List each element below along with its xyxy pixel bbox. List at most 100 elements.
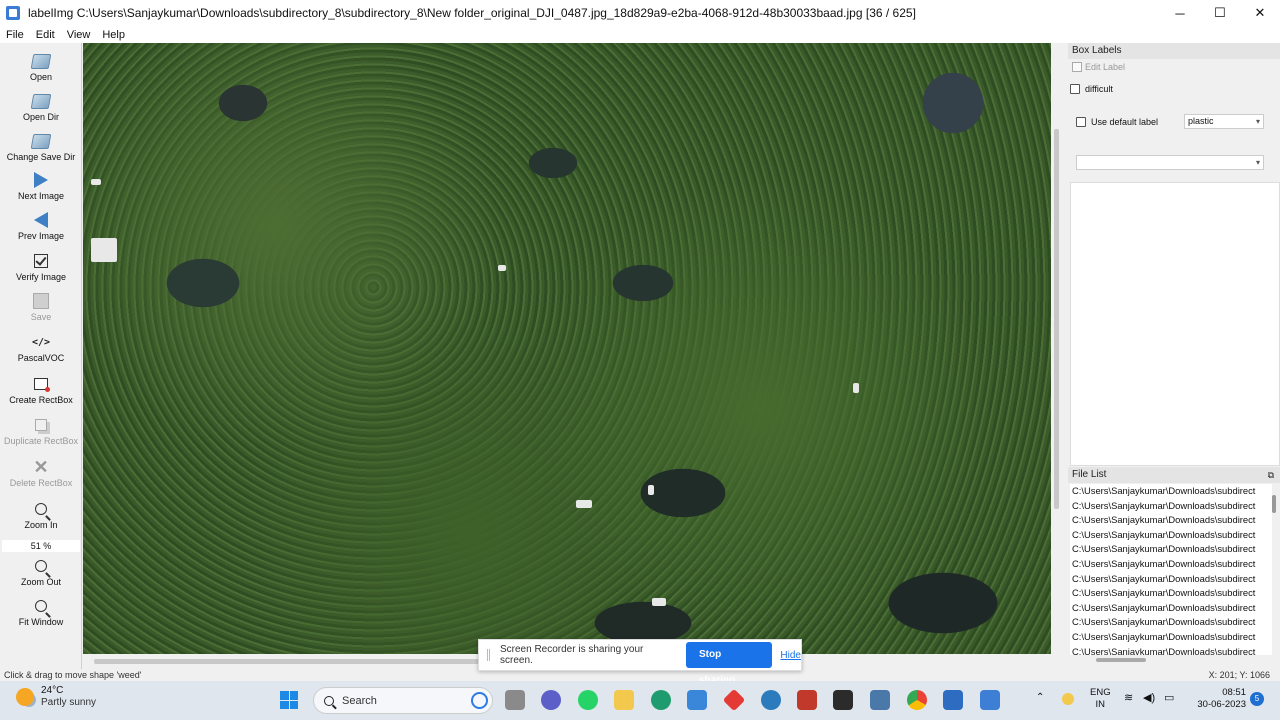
next-image-label: Next Image: [17, 191, 65, 201]
clock[interactable]: 08:51 30-06-2023: [1190, 687, 1246, 711]
bing-icon[interactable]: [471, 692, 488, 709]
canvas-vertical-scrollbar[interactable]: [1054, 129, 1059, 509]
file-list-item[interactable]: C:\Users\Sanjaykumar\Downloads\subdirect: [1070, 528, 1272, 543]
start-windows-icon[interactable]: [280, 691, 298, 709]
prev-image-button[interactable]: Prev Image: [0, 211, 82, 241]
difficult-checkbox[interactable]: difficult: [1070, 84, 1113, 94]
label-filter-combo[interactable]: ▾: [1076, 155, 1264, 170]
language-indicator[interactable]: ENG IN: [1090, 687, 1111, 711]
minimize-button[interactable]: ─: [1160, 0, 1200, 26]
file-list-item[interactable]: C:\Users\Sanjaykumar\Downloads\subdirect: [1070, 513, 1272, 528]
default-label-combo[interactable]: plastic ▾: [1184, 114, 1264, 129]
menu-edit[interactable]: Edit: [30, 29, 61, 41]
open-dir-button[interactable]: Open Dir: [0, 92, 82, 122]
file-list-item[interactable]: C:\Users\Sanjaykumar\Downloads\subdirect: [1070, 572, 1272, 587]
file-list-item[interactable]: C:\Users\Sanjaykumar\Downloads\subdirect: [1070, 499, 1272, 514]
label-list[interactable]: [1070, 182, 1280, 466]
file-list-horizontal-scrollbar[interactable]: [1096, 658, 1146, 662]
file-list-item[interactable]: C:\Users\Sanjaykumar\Downloads\subdirect: [1070, 586, 1272, 601]
date: 30-06-2023: [1197, 699, 1246, 710]
save-button[interactable]: Save: [0, 292, 82, 322]
use-default-label-checkbox[interactable]: Use default label: [1076, 117, 1158, 127]
notification-badge[interactable]: 5: [1250, 692, 1264, 706]
file-list-item[interactable]: C:\Users\Sanjaykumar\Downloads\subdirect: [1070, 484, 1272, 499]
menu-view[interactable]: View: [61, 29, 97, 41]
code-icon: </>: [31, 336, 51, 348]
drag-handle-icon[interactable]: [487, 649, 490, 661]
edit-label-button[interactable]: Edit Label: [1072, 62, 1125, 72]
canvas-horizontal-scrollbar[interactable]: [94, 659, 494, 664]
image-canvas[interactable]: [83, 43, 1051, 654]
delete-rectbox-label: Delete RectBox: [9, 478, 73, 488]
chat-icon[interactable]: [541, 690, 561, 710]
chrome-icon[interactable]: [907, 690, 927, 710]
use-default-label-text: Use default label: [1091, 117, 1159, 127]
zoom-spinbox[interactable]: 51 %: [2, 540, 80, 552]
volume-icon[interactable]: ◀): [1143, 692, 1155, 704]
chevron-up-icon[interactable]: ⌃: [1036, 692, 1044, 704]
chevron-down-icon: ▾: [1255, 158, 1260, 167]
zoom-in-button[interactable]: Zoom In: [0, 500, 82, 530]
language-code: ENG: [1090, 687, 1111, 698]
difficult-check-box[interactable]: [1070, 84, 1080, 94]
zoom-out-icon: [31, 557, 51, 575]
file-list[interactable]: C:\Users\Sanjaykumar\Downloads\subdirect…: [1070, 484, 1272, 655]
fit-window-icon: [31, 597, 51, 615]
menu-file[interactable]: File: [0, 29, 30, 41]
search-icon: [324, 695, 334, 706]
git-icon[interactable]: [722, 688, 746, 712]
zoom-out-label: Zoom Out: [20, 577, 61, 587]
python-icon[interactable]: [761, 690, 781, 710]
file-explorer-icon[interactable]: [614, 690, 634, 710]
box-labels-title: Box Labels: [1068, 43, 1280, 59]
difficult-label: difficult: [1085, 84, 1113, 94]
title-bar: labelImg C:\Users\Sanjaykumar\Downloads\…: [0, 0, 1280, 26]
default-label-value: plastic: [1188, 116, 1214, 126]
open-button[interactable]: Open: [0, 52, 82, 82]
wifi-icon[interactable]: ≋: [1124, 692, 1133, 704]
store-icon[interactable]: [687, 690, 707, 710]
region-code: IN: [1095, 699, 1106, 710]
zoom-out-button[interactable]: Zoom Out: [0, 557, 82, 587]
taskbar-search[interactable]: Search: [313, 687, 493, 714]
terminal-icon[interactable]: [833, 690, 853, 710]
verify-image-button[interactable]: Verify Image: [0, 252, 82, 282]
float-dock-icon[interactable]: ⧉: [1268, 467, 1274, 483]
notepad-icon[interactable]: [943, 690, 963, 710]
labelimg-taskbar-icon[interactable]: [870, 690, 890, 710]
file-list-item[interactable]: C:\Users\Sanjaykumar\Downloads\subdirect: [1070, 542, 1272, 557]
fit-window-button[interactable]: Fit Window: [0, 597, 82, 627]
stop-sharing-button[interactable]: Stop sharing: [685, 642, 773, 686]
cursor-coordinates: X: 201; Y: 1066: [1208, 670, 1270, 680]
delete-rectbox-button[interactable]: ✕ Delete RectBox: [0, 458, 82, 488]
tray-app-icon[interactable]: [1062, 693, 1074, 705]
file-list-item[interactable]: C:\Users\Sanjaykumar\Downloads\subdirect: [1070, 645, 1272, 655]
duplicate-rectbox-button[interactable]: Duplicate RectBox: [0, 416, 82, 446]
screen-recorder-icon[interactable]: [980, 690, 1000, 710]
edge-icon[interactable]: [651, 690, 671, 710]
hide-link[interactable]: Hide: [780, 650, 801, 661]
screen-share-banner: Screen Recorder is sharing your screen. …: [478, 639, 802, 686]
file-list-item[interactable]: C:\Users\Sanjaykumar\Downloads\subdirect: [1070, 630, 1272, 645]
save-icon: [31, 292, 51, 310]
battery-icon[interactable]: ▭: [1164, 692, 1174, 704]
create-rectbox-button[interactable]: Create RectBox: [0, 375, 82, 405]
whatsapp-icon[interactable]: [578, 690, 598, 710]
fit-window-label: Fit Window: [18, 617, 64, 627]
close-button[interactable]: ✕: [1240, 0, 1280, 26]
menu-help[interactable]: Help: [96, 29, 131, 41]
task-view-icon[interactable]: [505, 690, 525, 710]
maximize-button[interactable]: ☐: [1200, 0, 1240, 26]
paint-icon[interactable]: [797, 690, 817, 710]
file-list-item[interactable]: C:\Users\Sanjaykumar\Downloads\subdirect: [1070, 557, 1272, 572]
use-default-check-box[interactable]: [1076, 117, 1086, 127]
file-list-item[interactable]: C:\Users\Sanjaykumar\Downloads\subdirect: [1070, 615, 1272, 630]
weather-condition: Partly sunny: [41, 697, 97, 708]
weather-widget[interactable]: 24°C Partly sunny: [16, 685, 96, 709]
file-list-item[interactable]: C:\Users\Sanjaykumar\Downloads\subdirect: [1070, 601, 1272, 616]
file-list-vertical-scrollbar[interactable]: [1272, 495, 1276, 513]
next-image-button[interactable]: Next Image: [0, 171, 82, 201]
format-toggle-button[interactable]: </> PascalVOC: [0, 333, 82, 364]
change-save-dir-button[interactable]: Change Save Dir: [0, 132, 82, 162]
open-label: Open: [29, 72, 53, 82]
